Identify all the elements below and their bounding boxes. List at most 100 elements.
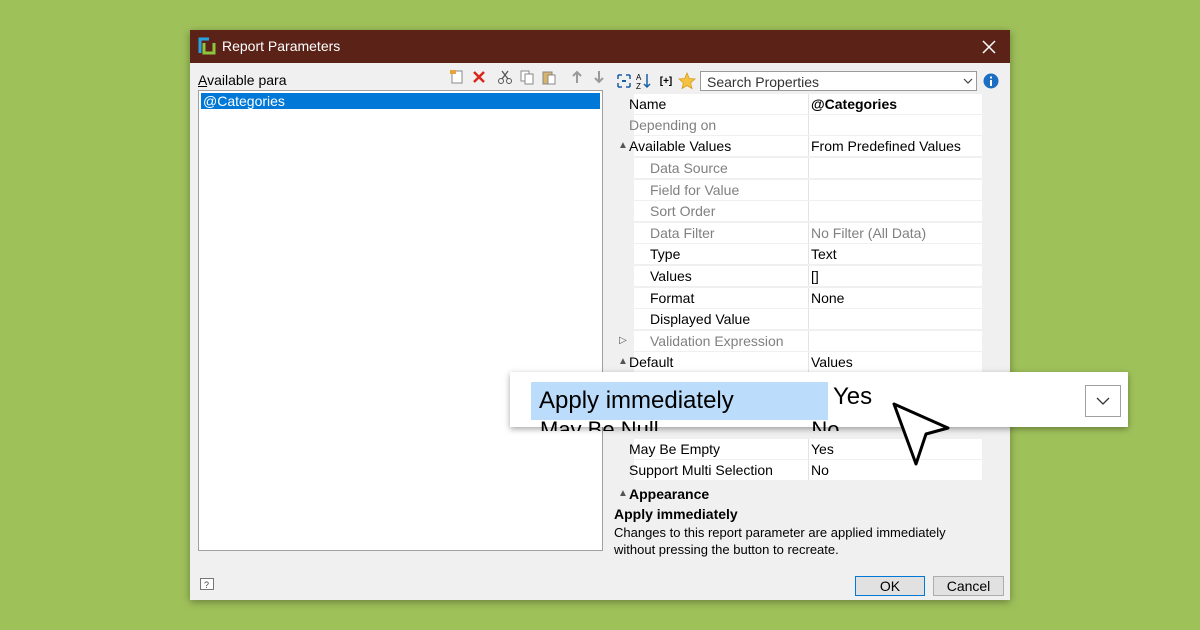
new-parameter-icon <box>450 70 463 84</box>
property-row[interactable]: ▲ Default Values <box>614 352 982 373</box>
row-separator <box>634 156 982 157</box>
chevron-down-icon <box>1096 397 1110 405</box>
svg-text:A: A <box>636 73 642 82</box>
property-value[interactable] <box>808 331 982 352</box>
svg-text:Z: Z <box>636 82 641 90</box>
info-button[interactable] <box>982 72 1000 90</box>
property-row[interactable]: Format None <box>614 288 982 309</box>
collapse-arrow-icon[interactable]: ▲ <box>616 487 630 501</box>
property-value[interactable]: No Filter (All Data) <box>808 223 982 244</box>
move-down-button[interactable] <box>590 68 608 86</box>
label-mnemonic: A <box>198 72 208 88</box>
property-row[interactable]: Displayed Value <box>614 309 982 330</box>
cancel-button[interactable]: Cancel <box>933 576 1004 596</box>
delete-parameter-button[interactable] <box>470 68 488 86</box>
cut-button[interactable] <box>496 68 514 86</box>
description-pane: Apply immediately Changes to this report… <box>614 504 994 574</box>
property-name: Appearance <box>629 486 710 502</box>
zoom-obscured-row: May Be Null No <box>540 419 870 431</box>
mouse-pointer-icon <box>892 402 950 466</box>
property-row[interactable]: ▷ Validation Expression <box>614 331 982 352</box>
property-value[interactable]: Values <box>808 352 982 373</box>
parameters-toolbar <box>448 68 608 88</box>
favorites-star-icon <box>678 72 696 90</box>
info-icon <box>983 73 999 89</box>
copy-icon <box>520 70 534 85</box>
property-name: Support Multi Selection <box>629 462 773 478</box>
move-up-button[interactable] <box>568 68 586 86</box>
property-name: Displayed Value <box>650 311 751 327</box>
row-separator <box>634 264 982 265</box>
report-parameters-dialog: Report Parameters Available para @Catego… <box>190 30 1010 600</box>
chevron-down-icon[interactable] <box>963 76 973 86</box>
description-text: Changes to this report parameter are app… <box>614 525 946 557</box>
apply-immediately-dropdown[interactable] <box>1085 385 1121 417</box>
new-parameter-button[interactable] <box>448 68 466 86</box>
search-properties-box[interactable] <box>700 71 977 91</box>
paste-button[interactable] <box>540 68 558 86</box>
property-value[interactable]: @Categories <box>808 94 982 115</box>
property-name: Field for Value <box>650 182 740 198</box>
parameters-list[interactable]: @Categories <box>198 90 603 551</box>
copy-button[interactable] <box>518 68 536 86</box>
title-bar: Report Parameters <box>190 30 1010 63</box>
search-properties-input[interactable] <box>705 73 959 91</box>
favorites-button[interactable] <box>678 72 696 90</box>
categorized-view-icon <box>617 74 631 88</box>
property-row[interactable]: Data Filter No Filter (All Data) <box>614 223 982 244</box>
row-separator <box>634 329 982 330</box>
report-parameters-app-icon <box>198 37 216 55</box>
property-value[interactable] <box>808 309 982 330</box>
property-name: Validation Expression <box>650 333 784 349</box>
property-value[interactable]: Text <box>808 244 982 265</box>
property-row[interactable]: Depending on <box>614 115 982 136</box>
property-row[interactable]: Sort Order <box>614 201 982 222</box>
property-row[interactable]: Type Text <box>614 244 982 265</box>
close-button[interactable] <box>976 34 1002 60</box>
zoom-callout: May Be Null No Apply immediately Yes <box>510 372 1128 431</box>
property-row[interactable]: ▲ Appearance <box>614 484 982 505</box>
property-value[interactable] <box>808 180 982 201</box>
label-rest: vailable para <box>207 72 287 88</box>
property-row[interactable]: Field for Value <box>614 180 982 201</box>
row-separator <box>634 221 982 222</box>
collapse-arrow-icon[interactable]: ▲ <box>616 139 630 153</box>
collapse-arrow-icon[interactable]: ▲ <box>616 355 630 369</box>
property-name: Available Values <box>629 138 732 154</box>
property-name: Sort Order <box>650 203 716 219</box>
property-row[interactable]: Name @Categories <box>614 94 982 115</box>
property-value[interactable]: [] <box>808 266 982 287</box>
zoom-property-value[interactable]: Yes <box>833 382 872 420</box>
property-value[interactable]: None <box>808 288 982 309</box>
delete-icon <box>473 71 485 83</box>
properties-toolbar: AZ [+] <box>615 70 1005 94</box>
property-value[interactable] <box>808 115 982 136</box>
ok-button[interactable]: OK <box>855 576 925 596</box>
property-name: Type <box>650 246 681 262</box>
zoom-property-name: Apply immediately <box>531 382 828 420</box>
row-separator <box>634 480 982 481</box>
property-value[interactable] <box>808 484 982 505</box>
alphabetical-sort-icon: AZ <box>636 73 651 90</box>
move-up-icon <box>572 70 582 83</box>
expand-arrow-icon[interactable]: ▷ <box>616 334 630 348</box>
property-value[interactable] <box>808 158 982 179</box>
property-row[interactable]: Values [] <box>614 266 982 287</box>
property-name: Data Filter <box>650 225 715 241</box>
expand-collapse-button[interactable]: [+] <box>655 72 677 90</box>
alphabetical-sort-button[interactable]: AZ <box>635 72 653 90</box>
property-name: Format <box>650 290 695 306</box>
categorized-view-button[interactable] <box>615 72 633 90</box>
property-name: Default <box>629 354 674 370</box>
property-name: May Be Empty <box>629 441 721 457</box>
row-separator <box>634 178 982 179</box>
list-item[interactable]: @Categories <box>201 93 600 109</box>
property-row[interactable]: Data Source <box>614 158 982 179</box>
property-value[interactable]: From Predefined Values <box>808 136 982 157</box>
property-name: Data Source <box>650 160 728 176</box>
help-icon[interactable]: ? <box>200 578 216 592</box>
close-icon <box>982 40 996 54</box>
property-value[interactable] <box>808 201 982 222</box>
property-row[interactable]: ▲ Available Values From Predefined Values <box>614 136 982 157</box>
row-separator <box>634 286 982 287</box>
